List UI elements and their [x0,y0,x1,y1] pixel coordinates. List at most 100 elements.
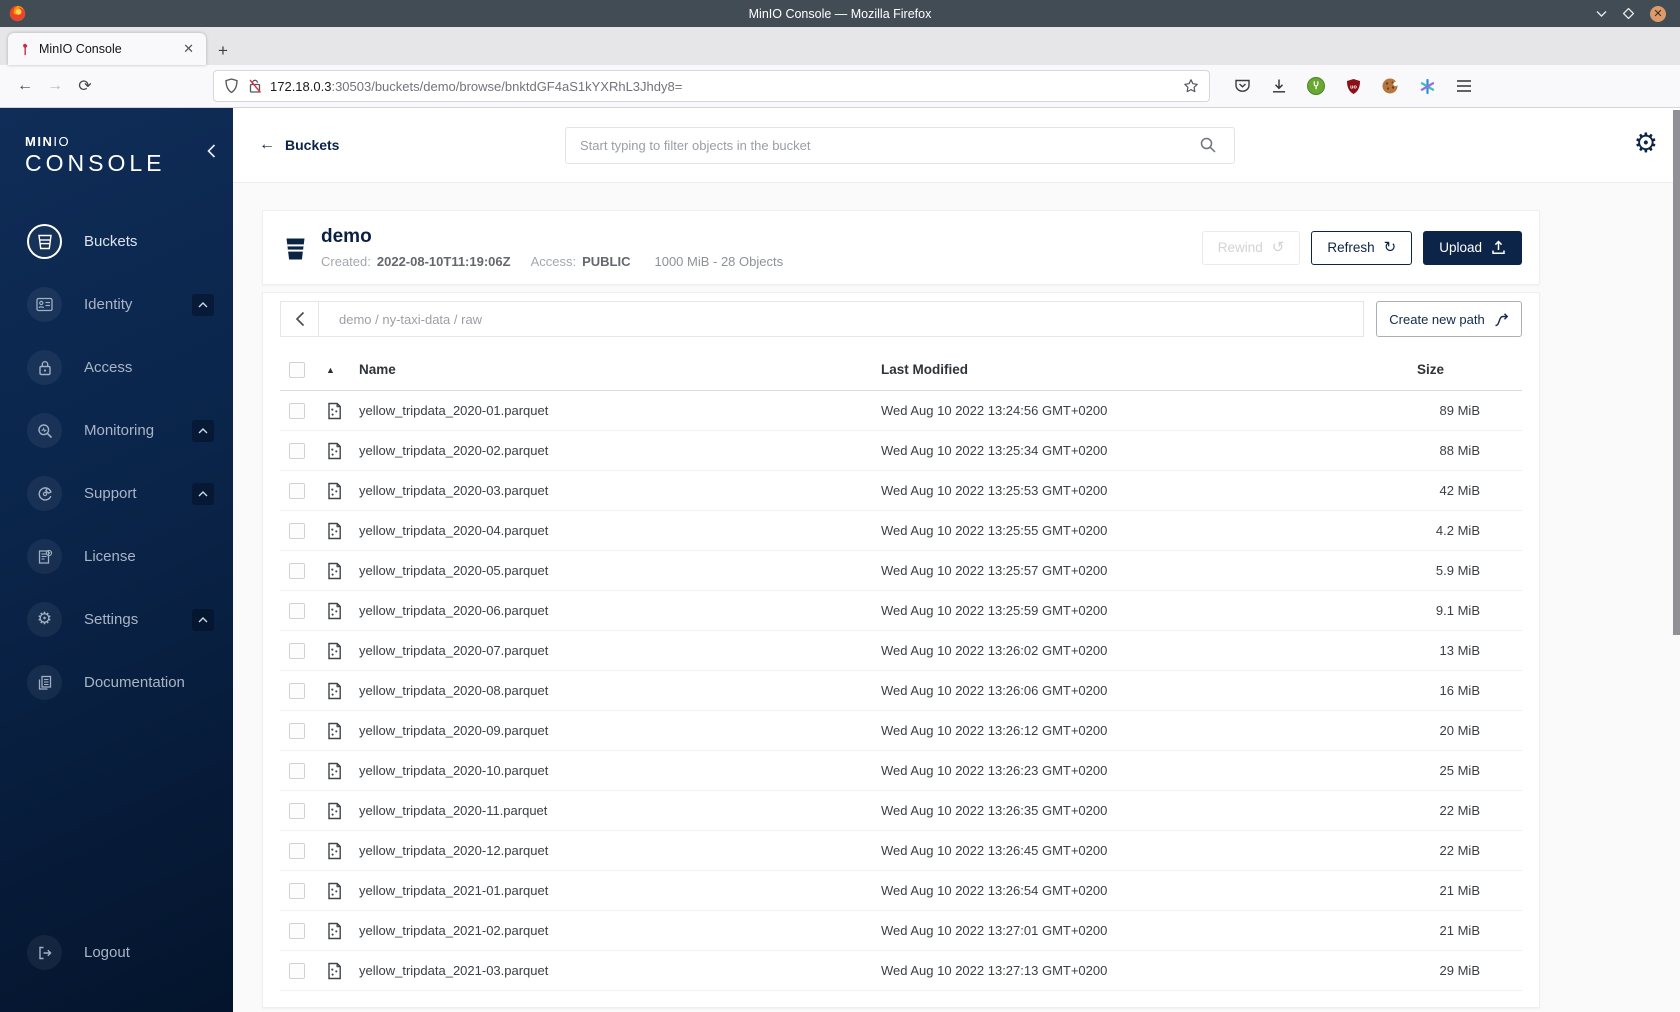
tab-close-icon[interactable]: ✕ [179,39,198,59]
column-header-size[interactable]: Size [1322,362,1522,377]
table-row[interactable]: yellow_tripdata_2020-07.parquet Wed Aug … [280,631,1522,671]
sidebar-item-buckets[interactable]: Buckets [0,210,233,273]
logout-icon [37,945,53,961]
row-checkbox[interactable] [289,762,305,779]
sidebar-item-support[interactable]: Support [0,462,233,525]
table-row[interactable]: yellow_tripdata_2021-01.parquet Wed Aug … [280,871,1522,911]
bookmark-star-icon[interactable] [1183,78,1199,94]
menu-icon[interactable] [1454,76,1474,96]
url-host: 172.18.0.3 [270,78,332,94]
table-row[interactable]: yellow_tripdata_2020-03.parquet Wed Aug … [280,471,1522,511]
window-minimize-icon[interactable] [1596,10,1607,17]
object-file-icon [326,882,359,900]
row-checkbox[interactable] [289,682,305,699]
object-browser-card: demo / ny-taxi-data / raw Create new pat… [262,292,1540,1008]
row-checkbox[interactable] [289,602,305,619]
table-row[interactable]: yellow_tripdata_2021-02.parquet Wed Aug … [280,911,1522,951]
download-icon[interactable] [1269,76,1289,96]
create-new-path-button[interactable]: Create new path [1376,301,1522,337]
sidebar-item-settings[interactable]: ⚙ Settings [0,588,233,651]
table-row[interactable]: yellow_tripdata_2021-03.parquet Wed Aug … [280,951,1522,991]
url-bar[interactable]: 172.18.0.3:30503/buckets/demo/browse/bnk… [213,70,1210,102]
table-row[interactable]: yellow_tripdata_2020-10.parquet Wed Aug … [280,751,1522,791]
sidebar-item-license[interactable]: License [0,525,233,588]
object-name: yellow_tripdata_2020-10.parquet [359,763,549,778]
object-size: 25 MiB [1439,763,1480,778]
url-text[interactable]: 172.18.0.3:30503/buckets/demo/browse/bnk… [270,79,1175,94]
sidebar-item-documentation[interactable]: Documentation [0,651,233,714]
tracking-shield-icon[interactable] [224,78,239,94]
window-maximize-icon[interactable] [1623,8,1634,19]
support-icon [37,486,53,502]
object-modified: Wed Aug 10 2022 13:26:45 GMT+0200 [881,843,1108,858]
documentation-icon [37,675,53,691]
object-modified: Wed Aug 10 2022 13:26:35 GMT+0200 [881,803,1108,818]
table-body: yellow_tripdata_2020-01.parquet Wed Aug … [280,391,1522,991]
reload-button[interactable]: ⟳ [70,71,100,101]
scrollbar-thumb[interactable] [1673,110,1680,635]
row-checkbox[interactable] [289,802,305,819]
window-close-icon[interactable]: ✕ [1650,5,1666,22]
row-checkbox[interactable] [289,482,305,499]
table-row[interactable]: yellow_tripdata_2020-11.parquet Wed Aug … [280,791,1522,831]
upload-button[interactable]: Upload [1423,230,1522,265]
window-scrollbar[interactable] [1673,108,1680,1012]
container-icon[interactable] [1417,76,1437,96]
table-row[interactable]: yellow_tripdata_2020-04.parquet Wed Aug … [280,511,1522,551]
rewind-button[interactable]: Rewind ↺ [1201,230,1301,265]
table-row[interactable]: yellow_tripdata_2020-05.parquet Wed Aug … [280,551,1522,591]
row-checkbox[interactable] [289,962,305,979]
window-title: MinIO Console — Mozilla Firefox [748,6,932,21]
forward-button[interactable]: → [40,71,70,101]
sort-ascending-icon[interactable]: ▲ [326,365,335,375]
back-button[interactable]: ← [10,71,40,101]
chevron-up-icon[interactable] [192,482,214,505]
object-file-icon [326,602,359,620]
sidebar-item-access[interactable]: Access [0,336,233,399]
table-row[interactable]: yellow_tripdata_2020-02.parquet Wed Aug … [280,431,1522,471]
row-checkbox[interactable] [289,882,305,899]
row-checkbox[interactable] [289,562,305,579]
ublock-origin-icon[interactable]: uo [1343,76,1363,96]
row-checkbox[interactable] [289,722,305,739]
object-modified: Wed Aug 10 2022 13:27:13 GMT+0200 [881,963,1108,978]
cookie-icon[interactable] [1380,76,1400,96]
new-tab-button[interactable]: + [206,41,238,65]
chevron-up-icon[interactable] [192,419,214,442]
path-back-button[interactable] [281,302,319,336]
chevron-up-icon[interactable] [192,293,214,316]
breadcrumb[interactable]: demo / ny-taxi-data / raw [339,312,482,327]
refresh-button[interactable]: Refresh ↻ [1311,230,1413,265]
table-row[interactable]: yellow_tripdata_2020-08.parquet Wed Aug … [280,671,1522,711]
sidebar-item-monitoring[interactable]: Monitoring [0,399,233,462]
insecure-lock-icon[interactable] [248,78,262,94]
sidebar-item-identity[interactable]: Identity [0,273,233,336]
row-checkbox[interactable] [289,842,305,859]
row-checkbox[interactable] [289,442,305,459]
row-checkbox[interactable] [289,522,305,539]
table-row[interactable]: yellow_tripdata_2020-12.parquet Wed Aug … [280,831,1522,871]
object-size: 21 MiB [1439,883,1480,898]
window-titlebar: MinIO Console — Mozilla Firefox ✕ [0,0,1680,27]
table-row[interactable]: yellow_tripdata_2020-06.parquet Wed Aug … [280,591,1522,631]
object-name: yellow_tripdata_2021-03.parquet [359,963,549,978]
privacy-badger-icon[interactable]: Ⴤ [1306,76,1326,96]
row-checkbox[interactable] [289,922,305,939]
object-filter-input[interactable] [565,127,1235,164]
row-checkbox[interactable] [289,402,305,419]
pocket-icon[interactable] [1232,76,1252,96]
sidebar-item-logout[interactable]: Logout [0,921,233,984]
sidebar-collapse-icon[interactable] [207,144,216,158]
chevron-up-icon[interactable] [192,608,214,631]
browser-navbar: ← → ⟳ 172.18.0.3:30503/buckets/demo/brow… [0,65,1680,108]
back-to-buckets-link[interactable]: ← Buckets [259,136,339,154]
table-row[interactable]: yellow_tripdata_2020-01.parquet Wed Aug … [280,391,1522,431]
column-header-name[interactable]: Name [359,362,881,377]
browser-tab-minio-console[interactable]: MinIO Console ✕ [8,33,206,65]
table-row[interactable]: yellow_tripdata_2020-09.parquet Wed Aug … [280,711,1522,751]
object-size: 89 MiB [1439,403,1480,418]
select-all-checkbox[interactable] [289,361,305,378]
settings-gear-icon[interactable]: ⚙ [1634,130,1658,157]
row-checkbox[interactable] [289,642,305,659]
column-header-modified[interactable]: Last Modified [881,362,1322,377]
